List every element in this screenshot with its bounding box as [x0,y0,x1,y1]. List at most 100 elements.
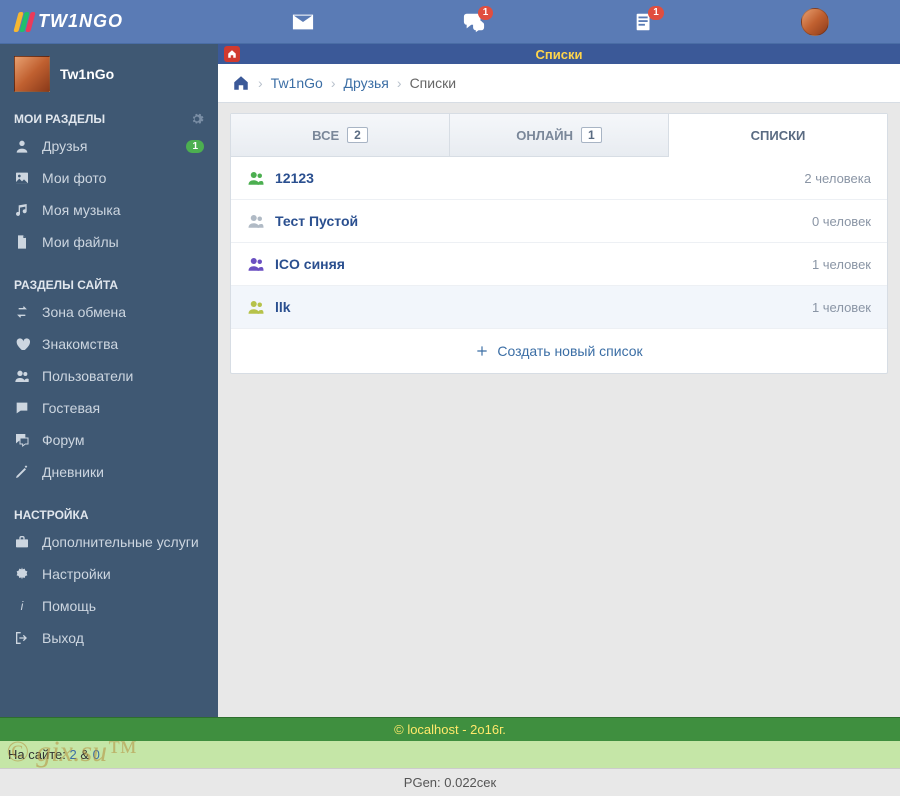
envelope-icon [292,11,314,33]
logout-icon [14,630,30,646]
section-header-my: МОИ РАЗДЕЛЫ [0,104,218,130]
sidebar-item-music[interactable]: Моя музыка [0,194,218,226]
breadcrumb-current: Списки [410,75,456,91]
sidebar-item-files[interactable]: Мои файлы [0,226,218,258]
briefcase-icon [14,534,30,550]
create-list-label: Создать новый список [497,343,642,359]
top-nav: TW1NGO 1 1 [0,0,900,44]
list-meta: 1 человек [812,300,871,315]
chevron-right-icon: › [397,75,402,91]
gear-icon [14,566,30,582]
forum-icon [14,432,30,448]
list-row[interactable]: 12123 2 человека [231,157,887,199]
list-meta: 0 человек [812,214,871,229]
brand-logo[interactable]: TW1NGO [0,11,218,32]
sidebar-item-help[interactable]: i Помощь [0,590,218,622]
sidebar: Tw1nGo МОИ РАЗДЕЛЫ Друзья 1 Мои фото Моя… [0,44,218,717]
sidebar-item-dating[interactable]: Знакомства [0,328,218,360]
list-meta: 1 человек [812,257,871,272]
brand-text: TW1NGO [38,11,123,32]
breadcrumb-friends[interactable]: Друзья [343,75,388,91]
footer-online: © gix.su™ На сайте: 2 & 0 [0,741,900,768]
main: Списки › Tw1nGo › Друзья › Списки ВСЕ 2 [218,44,900,717]
tab-all[interactable]: ВСЕ 2 [231,114,449,157]
logo-stripes-icon [16,12,34,32]
info-icon: i [14,598,30,614]
online-count-a[interactable]: 2 [69,747,76,762]
list-name: ICO синяя [275,256,345,272]
heart-icon [14,336,30,352]
nav-label: Пользователи [42,368,133,384]
nav-label: Настройки [42,566,111,582]
people-icon [247,255,265,273]
file-icon [14,234,30,250]
plus-icon [475,344,489,358]
nav-label: Помощь [42,598,96,614]
sidebar-item-settings[interactable]: Настройки [0,558,218,590]
people-icon [247,212,265,230]
list-row[interactable]: Тест Пустой 0 человек [231,199,887,242]
image-icon [14,170,30,186]
page-titlebar: Списки [218,44,900,64]
online-count-b[interactable]: 0 [93,747,100,762]
sidebar-item-friends[interactable]: Друзья 1 [0,130,218,162]
home-icon [227,49,237,59]
users-icon [14,368,30,384]
footer-copyright: © localhost - 2o16г. [0,717,900,741]
footer-pgen: PGen: 0.022сек [0,768,900,796]
people-icon [247,298,265,316]
people-icon [247,169,265,187]
list-name: llk [275,299,291,315]
sidebar-item-extra[interactable]: Дополнительные услуги [0,526,218,558]
sidebar-item-users[interactable]: Пользователи [0,360,218,392]
nav-label: Дневники [42,464,104,480]
person-icon [14,138,30,154]
nav-label: Гостевая [42,400,100,416]
list-row[interactable]: ICO синяя 1 человек [231,242,887,285]
pencil-icon [14,464,30,480]
chat-badge: 1 [478,6,494,20]
sidebar-profile[interactable]: Tw1nGo [0,44,218,104]
sidebar-item-exchange[interactable]: Зона обмена [0,296,218,328]
tab-label: СПИСКИ [751,128,806,143]
nav-messages[interactable] [218,0,389,44]
section-header-site: РАЗДЕЛЫ САЙТА [0,270,218,296]
chevron-right-icon: › [258,75,263,91]
list-row[interactable]: llk 1 человек [231,285,887,328]
breadcrumb-user[interactable]: Tw1nGo [271,75,323,91]
sidebar-item-diaries[interactable]: Дневники [0,456,218,488]
nav-label: Мои файлы [42,234,119,250]
tab-online[interactable]: ОНЛАЙН 1 [449,114,668,157]
sidebar-item-forum[interactable]: Форум [0,424,218,456]
nav-label: Выход [42,630,84,646]
nav-label: Моя музыка [42,202,121,218]
section-header-settings: НАСТРОЙКА [0,500,218,526]
tabs: ВСЕ 2 ОНЛАЙН 1 СПИСКИ [231,114,887,157]
titlebar-home-button[interactable] [224,46,240,62]
chevron-right-icon: › [331,75,336,91]
sidebar-item-photos[interactable]: Мои фото [0,162,218,194]
exchange-icon [14,304,30,320]
gear-icon[interactable] [190,112,204,126]
tab-lists[interactable]: СПИСКИ [668,114,887,157]
nav-feed[interactable]: 1 [559,0,730,44]
music-icon [14,202,30,218]
list-name: 12123 [275,170,314,186]
nav-profile[interactable] [730,0,900,44]
home-icon[interactable] [232,74,250,92]
list-meta: 2 человека [804,171,871,186]
nav-label: Знакомства [42,336,118,352]
sidebar-item-logout[interactable]: Выход [0,622,218,654]
profile-name: Tw1nGo [60,66,114,82]
avatar-icon [14,56,50,92]
friends-count-badge: 1 [186,140,204,153]
comment-icon [14,400,30,416]
tab-count: 2 [347,127,368,143]
sidebar-item-guestbook[interactable]: Гостевая [0,392,218,424]
feed-badge: 1 [648,6,664,20]
lists-panel: ВСЕ 2 ОНЛАЙН 1 СПИСКИ 12123 2 человека Тес… [230,113,888,374]
breadcrumb: › Tw1nGo › Друзья › Списки [218,64,900,103]
list-name: Тест Пустой [275,213,358,229]
nav-chat[interactable]: 1 [389,0,560,44]
create-list-button[interactable]: Создать новый список [231,328,887,373]
